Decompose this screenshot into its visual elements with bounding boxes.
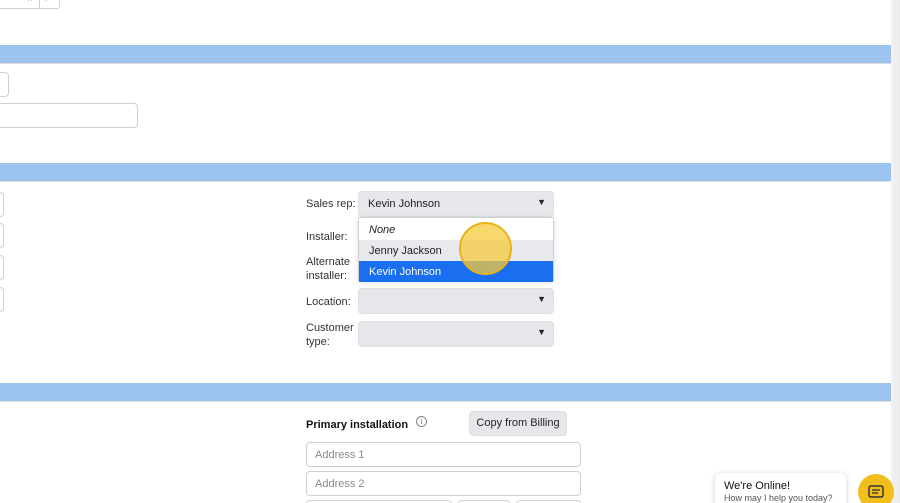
address-1-placeholder: Address 1	[315, 449, 365, 461]
chat-title: We're Online!	[724, 480, 791, 492]
left-field-3[interactable]	[0, 255, 4, 280]
page-scroll-edge	[891, 0, 900, 503]
sales-rep-value: Kevin Johnson	[368, 198, 441, 210]
left-input-1[interactable]	[0, 72, 9, 97]
left-field-2[interactable]	[0, 223, 4, 248]
section-header-bar-1	[0, 45, 891, 63]
left-input-2[interactable]	[0, 103, 138, 128]
alternate-installer-label-line2: installer:	[306, 270, 347, 282]
section-divider-3	[0, 401, 891, 402]
location-label: Location:	[306, 296, 351, 308]
copy-from-billing-button[interactable]: Copy from Billing	[469, 411, 567, 436]
chevron-down-icon: ▼	[537, 294, 546, 304]
customer-type-label-line1: Customer	[306, 322, 354, 334]
address-2-placeholder: Address 2	[315, 478, 365, 490]
left-field-1[interactable]	[0, 192, 4, 217]
primary-installation-title: Primary installation	[306, 419, 409, 431]
top-select[interactable]: × ▾	[0, 0, 60, 9]
sales-rep-label: Sales rep:	[306, 198, 356, 210]
chevron-down-icon[interactable]: ▾	[44, 0, 48, 3]
customer-type-select[interactable]: ▼	[358, 321, 554, 347]
chevron-down-icon: ▼	[537, 327, 546, 337]
left-field-4[interactable]	[0, 287, 4, 312]
installer-label: Installer:	[306, 231, 348, 243]
section-header-bar-3	[0, 383, 891, 401]
dropdown-option-kevin-johnson[interactable]: Kevin Johnson	[359, 261, 553, 282]
chevron-down-icon: ▼	[537, 197, 546, 207]
cursor-highlight	[459, 222, 512, 275]
sales-rep-dropdown-list: None Jenny Jackson Kevin Johnson	[358, 217, 554, 282]
section-divider-1	[0, 63, 891, 64]
select-divider	[39, 0, 40, 8]
section-divider-2	[0, 181, 891, 182]
customer-type-label-line2: type:	[306, 336, 330, 348]
address-2-field[interactable]: Address 2	[306, 471, 581, 496]
clear-icon[interactable]: ×	[27, 0, 33, 5]
dropdown-option-none[interactable]: None	[359, 219, 553, 240]
chat-launcher-button[interactable]	[858, 474, 894, 503]
section-header-bar-2	[0, 163, 891, 181]
address-1-field[interactable]: Address 1	[306, 442, 581, 467]
sales-rep-select[interactable]: Kevin Johnson ▼	[358, 191, 554, 217]
dropdown-option-jenny-jackson[interactable]: Jenny Jackson	[359, 240, 553, 261]
chat-icon	[868, 485, 884, 498]
chat-greeting-bubble[interactable]: We're Online! How may I help you today?	[715, 473, 846, 503]
location-select[interactable]: ▼	[358, 288, 554, 314]
chat-subtitle: How may I help you today?	[724, 493, 833, 503]
alternate-installer-label-line1: Alternate	[306, 256, 351, 268]
info-icon[interactable]: i	[416, 416, 427, 427]
